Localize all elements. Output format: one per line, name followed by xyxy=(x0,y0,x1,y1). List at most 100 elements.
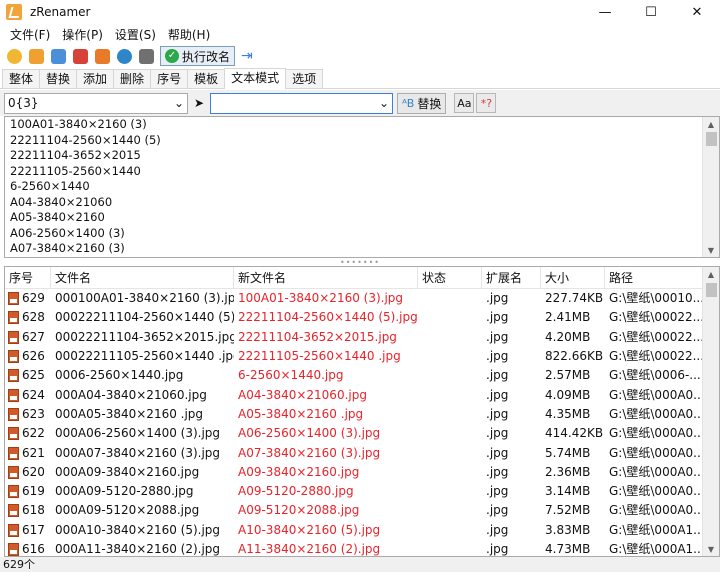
table-row[interactable]: 620 000A09-3840×2160.jpg A09-3840×2160.jpg… xyxy=(5,463,719,482)
copy-button[interactable] xyxy=(48,46,68,66)
table-row[interactable]: 625 0006-2560×1440.jpg 6-2560×1440.jpg .jpg… xyxy=(5,366,719,385)
path-cell: G:\壁纸\000A0... xyxy=(609,503,704,518)
row-number-cell: 616 xyxy=(5,540,51,556)
title-bar: zRenamer — ☐ ✕ xyxy=(0,0,720,24)
text-mode-editor[interactable]: 100A01-3840×2160 (3) 22211104-2560×1440 (… xyxy=(4,116,720,258)
new-cell: 22211105-2560×1440 .jpg xyxy=(238,349,401,364)
row-number-cell: 619 xyxy=(5,482,51,501)
add-folder-button[interactable] xyxy=(26,46,46,66)
text-line: A05-3840×2160 xyxy=(10,210,105,224)
column-header[interactable]: 扩展名 xyxy=(482,267,541,288)
path-cell: G:\壁纸\00010... xyxy=(609,291,704,306)
tab-text-mode[interactable]: 文本模式 xyxy=(224,68,287,89)
scroll-thumb[interactable] xyxy=(706,283,717,297)
table-row[interactable]: 616 000A11-3840×2160 (2).jpg A11-3840×2160… xyxy=(5,540,719,556)
check-icon: ✓ xyxy=(165,49,179,63)
column-header[interactable]: 大小 xyxy=(541,267,605,288)
regex-button[interactable]: *? xyxy=(476,93,497,113)
scroll-up-icon[interactable]: ▲ xyxy=(703,117,719,131)
table-row[interactable]: 628 00022211104-2560×1440 (5).jpg 22211104… xyxy=(5,308,719,327)
scroll-thumb[interactable] xyxy=(706,132,717,146)
size-cell: 414.42KB xyxy=(545,426,604,441)
row-number: 619 xyxy=(22,484,45,499)
tab-template[interactable]: 模板 xyxy=(187,69,226,88)
menu-settings[interactable]: 设置(S) xyxy=(109,26,162,43)
add-folder-icon xyxy=(28,48,44,64)
name-cell: 000A09-5120-2880.jpg xyxy=(55,484,194,499)
splitter-handle[interactable]: ••••••• xyxy=(0,258,720,267)
size-cell: 7.52MB xyxy=(545,503,591,518)
table-row[interactable]: 619 000A09-5120-2880.jpg A09-5120-2880.jpg… xyxy=(5,482,719,501)
image-file-icon xyxy=(8,427,19,441)
replace-button[interactable]: ᴬB 替换 xyxy=(397,92,447,114)
size-cell: 4.35MB xyxy=(545,406,591,421)
editor-scrollbar[interactable]: ▲ ▼ xyxy=(702,117,719,257)
table-row[interactable]: 629 000100A01-3840×2160 (3).jpg 100A01-384… xyxy=(5,289,719,308)
column-header[interactable]: 状态 xyxy=(418,267,482,288)
clear-button[interactable] xyxy=(70,46,90,66)
row-number: 620 xyxy=(22,464,45,479)
ext-cell: .jpg xyxy=(486,406,509,421)
match-case-button[interactable]: Aa xyxy=(454,93,475,113)
add-file-button[interactable] xyxy=(4,46,24,66)
menu-help[interactable]: 帮助(H) xyxy=(162,26,216,43)
undo-button[interactable] xyxy=(136,46,156,66)
menu-file[interactable]: 文件(F) xyxy=(4,26,56,43)
size-cell: 2.41MB xyxy=(545,310,591,325)
scroll-down-icon[interactable]: ▼ xyxy=(703,542,719,556)
path-cell: G:\壁纸\0006-... xyxy=(609,368,701,383)
maximize-button[interactable]: ☐ xyxy=(628,0,674,24)
ext-cell: .jpg xyxy=(486,329,509,344)
name-cell: 000A09-3840×2160.jpg xyxy=(55,464,200,479)
tab-replace[interactable]: 替换 xyxy=(39,69,78,88)
text-lines: 100A01-3840×2160 (3) 22211104-2560×1440 (… xyxy=(5,117,719,257)
close-button[interactable]: ✕ xyxy=(674,0,720,24)
image-file-icon xyxy=(8,330,19,344)
row-number-cell: 620 xyxy=(5,463,51,482)
scroll-down-icon[interactable]: ▼ xyxy=(703,243,719,257)
text-line: A07-3840×2160 (3) xyxy=(10,241,125,255)
status-bar: 629个 xyxy=(0,557,720,572)
column-header[interactable]: 序号 xyxy=(5,267,51,288)
image-file-icon xyxy=(8,292,19,306)
column-header[interactable]: 路径 xyxy=(605,267,704,288)
replace-with-combo[interactable]: ⌄ xyxy=(210,92,394,114)
window-controls: — ☐ ✕ xyxy=(582,0,720,24)
tab-delete[interactable]: 删除 xyxy=(113,69,152,88)
table-row[interactable]: 624 000A04-3840×21060.jpg A04-3840×21060.j… xyxy=(5,385,719,404)
column-header[interactable]: 文件名 xyxy=(51,267,234,288)
table-scrollbar[interactable]: ▲ ▼ xyxy=(702,267,719,556)
list-button[interactable] xyxy=(92,46,112,66)
tab-sequence[interactable]: 序号 xyxy=(150,69,189,88)
execute-rename-button[interactable]: ✓ 执行改名 xyxy=(160,46,236,66)
image-file-icon xyxy=(8,543,19,556)
table-row[interactable]: 622 000A06-2560×1400 (3).jpg A06-2560×1400… xyxy=(5,424,719,443)
ext-cell: .jpg xyxy=(486,445,509,460)
menu-bar: 文件(F) 操作(P) 设置(S) 帮助(H) xyxy=(0,24,720,44)
scroll-up-icon[interactable]: ▲ xyxy=(703,267,719,281)
tab-add[interactable]: 添加 xyxy=(76,69,115,88)
find-pattern-value: 0{3} xyxy=(8,96,39,110)
image-file-icon xyxy=(8,369,19,383)
tab-options[interactable]: 选项 xyxy=(285,69,324,88)
menu-operation[interactable]: 操作(P) xyxy=(56,26,109,43)
refresh-button[interactable] xyxy=(114,46,134,66)
chevron-down-icon[interactable]: ⌄ xyxy=(174,96,184,110)
table-row[interactable]: 626 00022211105-2560×1440 .jpg 22211105-25… xyxy=(5,347,719,366)
table-row[interactable]: 623 000A05-3840×2160 .jpg A05-3840×2160 .j… xyxy=(5,405,719,424)
table-row[interactable]: 617 000A10-3840×2160 (5).jpg A10-3840×2160… xyxy=(5,521,719,540)
minimize-button[interactable]: — xyxy=(582,0,628,24)
new-cell: 6-2560×1440.jpg xyxy=(238,368,344,383)
new-cell: A05-3840×2160 .jpg xyxy=(238,406,364,421)
table-row[interactable]: 627 00022211104-3652×2015.jpg 22211104-365… xyxy=(5,328,719,347)
image-file-icon xyxy=(8,407,19,421)
size-cell: 3.83MB xyxy=(545,522,591,537)
path-cell: G:\壁纸\000A1... xyxy=(609,522,704,537)
table-row[interactable]: 618 000A09-5120×2088.jpg A09-5120×2088.jpg… xyxy=(5,501,719,520)
chevron-down-icon[interactable]: ⌄ xyxy=(379,96,389,110)
find-pattern-combo[interactable]: 0{3} ⌄ xyxy=(4,92,188,114)
tab-overall[interactable]: 整体 xyxy=(2,69,41,88)
pin-icon[interactable]: ⇥ xyxy=(241,48,253,64)
column-header[interactable]: 新文件名 xyxy=(234,267,418,288)
table-row[interactable]: 621 000A07-3840×2160 (3).jpg A07-3840×2160… xyxy=(5,443,719,462)
